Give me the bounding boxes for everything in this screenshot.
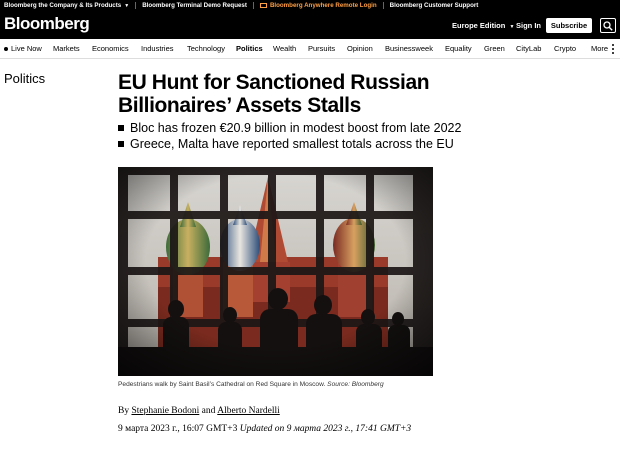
utility-link-label: Bloomberg Customer Support [389,2,479,9]
byline-prefix: By [118,406,130,416]
nav-item-opinion[interactable]: Opinion [347,44,373,53]
nav-label: Live Now [11,44,42,53]
summary-bullet: Bloc has frozen €20.9 billion in modest … [118,120,538,136]
chevron-down-icon: ▼ [124,2,130,9]
article-headline: EU Hunt for Sanctioned Russian Billionai… [118,71,430,117]
utility-link-label: Bloomberg the Company & Its Products [4,2,122,9]
section-label[interactable]: Politics [4,71,45,86]
nav-item-citylab[interactable]: CityLab [516,44,541,53]
nav-item-live-now[interactable]: Live Now [4,44,42,53]
bullet-square-icon [118,125,124,131]
edition-label: Europe Edition [452,21,506,30]
divider [252,2,254,9]
updated-timestamp: Updated on 9 марта 2023 г., 17:41 GMT+3 [239,424,412,434]
nav-item-crypto[interactable]: Crypto [554,44,576,53]
site-header: Bloomberg Europe Edition ▼ Sign In Subsc… [0,11,620,39]
sign-in-link[interactable]: Sign In [516,21,541,30]
cathedral-photo-image [118,167,433,376]
nav-item-politics[interactable]: Politics [236,44,263,53]
nav-item-technology[interactable]: Technology [187,44,225,53]
search-button[interactable] [600,18,616,33]
bloomberg-logo[interactable]: Bloomberg [4,14,90,34]
chevron-down-icon: ▼ [509,24,515,30]
utility-link-terminal-demo[interactable]: Bloomberg Terminal Demo Request [142,2,247,9]
byline-conjunction: and [201,406,216,416]
bullet-square-icon [118,141,124,147]
utility-link-customer-support[interactable]: Bloomberg Customer Support [390,2,479,9]
caption-text: Pedestrians walk by Saint Basil’s Cathed… [118,381,326,388]
published-timestamp: 9 марта 2023 г., 16:07 GMT+3 [118,424,238,434]
edition-selector[interactable]: Europe Edition ▼ [452,21,514,30]
nav-item-economics[interactable]: Economics [92,44,129,53]
summary-text: Greece, Malta have reported smallest tot… [130,137,454,151]
nav-item-markets[interactable]: Markets [53,44,80,53]
utility-bar: Bloomberg the Company & Its Products ▼ B… [0,0,620,11]
nav-item-industries[interactable]: Industries [141,44,174,53]
nav-item-equality[interactable]: Equality [445,44,472,53]
nav-item-pursuits[interactable]: Pursuits [308,44,335,53]
photo-caption: Pedestrians walk by Saint Basil’s Cathed… [118,381,538,388]
nav-item-green[interactable]: Green [484,44,505,53]
utility-link-company[interactable]: Bloomberg the Company & Its Products ▼ [4,2,129,9]
section-nav: Live Now Markets Economics Industries Te… [0,39,620,59]
terminal-icon [259,3,267,8]
live-dot-icon [4,47,8,52]
byline: By Stephanie Bodoni and Alberto Nardelli [118,406,280,416]
utility-link-anywhere-login[interactable]: Bloomberg Anywhere Remote Login [259,2,377,9]
nav-item-more[interactable]: More [591,44,608,53]
summary-bullet: Greece, Malta have reported smallest tot… [118,136,538,152]
subscribe-button[interactable]: Subscribe [546,18,592,33]
utility-link-label: Bloomberg Anywhere Remote Login [269,2,377,9]
utility-link-label: Bloomberg Terminal Demo Request [142,2,247,9]
author-link[interactable]: Stephanie Bodoni [131,406,199,416]
author-link[interactable]: Alberto Nardelli [217,406,280,416]
nav-item-wealth[interactable]: Wealth [273,44,296,53]
nav-item-businessweek[interactable]: Businessweek [385,44,433,53]
article-photo [118,167,433,376]
divider [382,2,384,9]
article-summary-list: Bloc has frozen €20.9 billion in modest … [118,120,538,152]
article-dateline: 9 марта 2023 г., 16:07 GMT+3 Updated on … [118,422,438,436]
summary-text: Bloc has frozen €20.9 billion in modest … [130,121,462,135]
search-icon [603,20,613,31]
divider [135,2,137,9]
more-menu-icon[interactable] [612,44,615,54]
caption-source: Source: Bloomberg [327,381,384,388]
